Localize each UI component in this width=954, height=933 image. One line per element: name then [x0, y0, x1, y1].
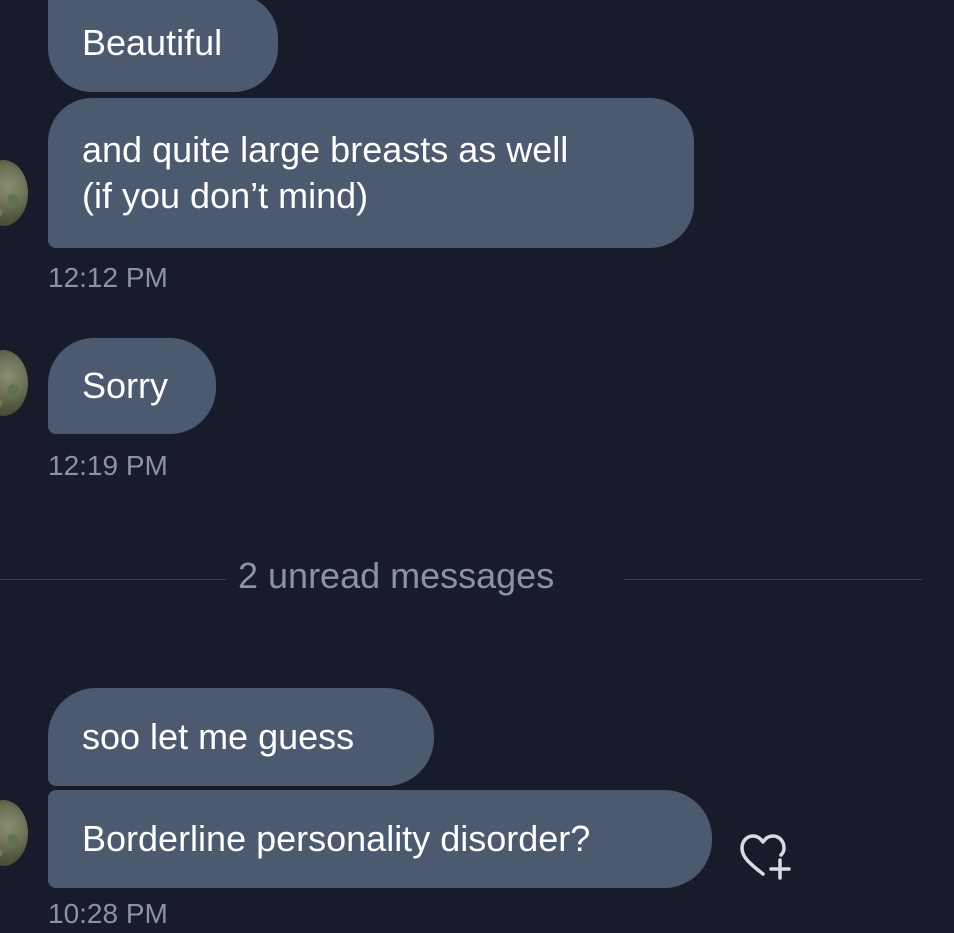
message-text-line: (if you don’t mind): [82, 175, 369, 216]
user-avatar[interactable]: [0, 350, 28, 416]
message-bubble[interactable]: Borderline personality disorder?: [48, 790, 712, 888]
message-text-line: and quite large breasts as well: [82, 129, 569, 170]
divider-line-left: [0, 579, 226, 580]
message-text: soo let me guess: [82, 716, 355, 757]
message-bubble[interactable]: Sorry: [48, 338, 216, 434]
message-bubble[interactable]: and quite large breasts as well (if you …: [48, 98, 694, 248]
unread-divider-label: 2 unread messages: [238, 555, 555, 596]
message-timestamp: 10:28 PM: [48, 898, 168, 929]
conversation-view: Beautiful and quite large breasts as wel…: [0, 0, 954, 933]
user-avatar[interactable]: [0, 160, 28, 226]
message-timestamp: 12:12 PM: [48, 262, 168, 293]
divider-line-right: [624, 579, 922, 580]
message-text: Borderline personality disorder?: [82, 818, 591, 859]
message-bubble[interactable]: soo let me guess: [48, 688, 434, 786]
heart-add-icon[interactable]: [734, 822, 798, 886]
message-timestamp: 12:19 PM: [48, 450, 168, 481]
message-text: Sorry: [82, 365, 169, 406]
message-text: Beautiful: [82, 22, 223, 63]
user-avatar[interactable]: [0, 800, 28, 866]
message-bubble[interactable]: Beautiful: [48, 0, 278, 92]
